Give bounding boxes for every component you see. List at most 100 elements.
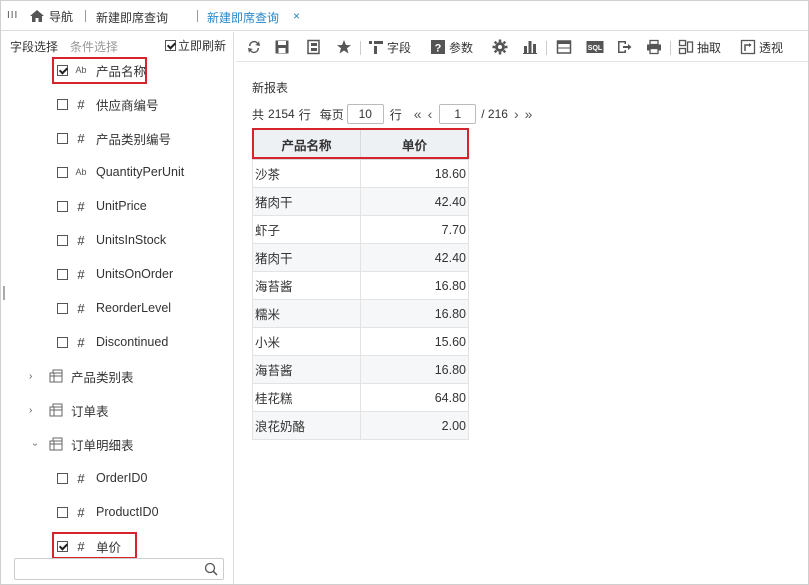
auto-refresh-label: 立即刷新 [178, 39, 227, 53]
field-icon [369, 41, 383, 54]
cell-product-name: 海苔酱 [252, 271, 361, 300]
auto-refresh-toggle[interactable]: 立即刷新 [165, 37, 226, 54]
tab-field-select[interactable]: 字段选择 [10, 38, 58, 55]
toolbar-separator [670, 41, 671, 55]
number-type-icon: # [77, 300, 85, 316]
field-item-units-in-stock[interactable]: # UnitsInStock [57, 229, 166, 251]
field-label: QuantityPerUnit [96, 165, 185, 179]
tab-bar: III 导航 新建即席查询 新建即席查询 × [1, 1, 808, 31]
pivot-button[interactable]: 透视 [740, 38, 783, 56]
export-button[interactable] [616, 38, 632, 56]
extract-button[interactable]: 抽取 [678, 38, 721, 56]
field-checkbox[interactable] [57, 506, 68, 518]
field-checkbox[interactable] [57, 302, 68, 314]
table-node-category[interactable]: › 产品类别表 [29, 365, 134, 387]
print-button[interactable] [646, 38, 662, 56]
last-page-icon[interactable]: » [525, 106, 533, 122]
chevron-right-icon[interactable]: › [29, 405, 41, 416]
number-type-icon: # [77, 470, 85, 486]
field-item-order-id[interactable]: # OrderID0 [57, 467, 147, 489]
field-checkbox[interactable] [57, 234, 68, 246]
number-type-icon: # [77, 198, 85, 214]
field-item-unit-price[interactable]: # UnitPrice [57, 195, 147, 217]
tab-condition-select[interactable]: 条件选择 [70, 38, 118, 55]
extract-icon [678, 39, 694, 55]
field-label: UnitPrice [96, 199, 147, 213]
chevron-right-icon[interactable]: › [29, 371, 41, 382]
table-node-orders[interactable]: › 订单表 [29, 399, 109, 421]
table-label: 订单表 [71, 404, 109, 419]
menu-grip-icon[interactable]: III [7, 10, 18, 21]
field-checkbox[interactable] [57, 268, 68, 280]
table-row: 桂花糕 64.80 [252, 383, 469, 412]
splitter-handle[interactable] [3, 286, 5, 300]
table-row: 虾子 7.70 [252, 215, 469, 244]
chart-button[interactable] [522, 38, 538, 56]
cell-unit-price: 64.80 [360, 383, 469, 412]
total-prefix: 共 [252, 107, 265, 122]
field-checkbox[interactable] [57, 336, 68, 348]
search-icon[interactable] [204, 562, 218, 576]
cell-product-name: 糯米 [252, 299, 361, 328]
per-page-label: 每页 [319, 107, 344, 122]
field-checkbox[interactable] [57, 472, 68, 484]
number-type-icon: # [77, 96, 85, 112]
field-item-discontinued[interactable]: # Discontinued [57, 331, 168, 353]
field-item-units-on-order[interactable]: # UnitsOnOrder [57, 263, 173, 285]
param-button[interactable]: ? 参数 [430, 38, 473, 56]
field-search-input[interactable] [14, 558, 224, 580]
field-checkbox[interactable] [57, 98, 68, 110]
page-input[interactable]: 1 [439, 104, 477, 124]
settings-button[interactable] [492, 38, 508, 56]
field-label: ProductID0 [96, 505, 159, 519]
field-item-reorder-level[interactable]: # ReorderLevel [57, 297, 171, 319]
table-row: 海苔酱 16.80 [252, 355, 469, 384]
favorite-button[interactable] [336, 38, 352, 56]
save-button[interactable] [274, 38, 290, 56]
export-icon [618, 41, 632, 53]
sql-button[interactable]: SQL [586, 38, 604, 56]
tab-query-2[interactable]: 新建即席查询 [207, 9, 279, 26]
table-node-order-details[interactable]: › 订单明细表 [29, 433, 134, 455]
field-item-quantity-per-unit[interactable]: Ab QuantityPerUnit [57, 161, 184, 183]
field-item-product-id[interactable]: # ProductID0 [57, 501, 159, 523]
tab-query-1[interactable]: 新建即席查询 [96, 9, 168, 26]
cell-product-name: 猪肉干 [252, 187, 361, 216]
field-checkbox[interactable] [57, 166, 68, 178]
field-checkbox[interactable] [57, 200, 68, 212]
highlight-box [252, 128, 469, 159]
field-item-category-id[interactable]: # 产品类别编号 [57, 127, 171, 149]
auto-refresh-checkbox[interactable] [165, 40, 176, 51]
cell-product-name: 桂花糕 [252, 383, 361, 412]
cell-product-name: 虾子 [252, 215, 361, 244]
save-as-button[interactable] [306, 38, 322, 56]
bar-chart-icon [523, 41, 537, 54]
chevron-down-icon[interactable]: › [30, 438, 41, 450]
field-button-label: 字段 [387, 40, 412, 55]
table-icon [49, 403, 63, 417]
field-item-supplier-id[interactable]: # 供应商编号 [57, 93, 159, 115]
field-label: UnitsInStock [96, 233, 167, 247]
table-row: 浪花奶酪 2.00 [252, 411, 469, 440]
table-row: 小米 15.60 [252, 327, 469, 356]
cell-unit-price: 15.60 [360, 327, 469, 356]
first-page-icon[interactable]: « [414, 106, 422, 122]
per-page-input[interactable]: 10 [346, 104, 384, 124]
close-icon[interactable]: × [293, 9, 300, 23]
field-checkbox[interactable] [57, 132, 68, 144]
field-button[interactable]: 字段 [368, 38, 411, 56]
tab-navigation[interactable]: 导航 [29, 7, 73, 25]
refresh-button[interactable] [246, 38, 262, 56]
cell-unit-price: 42.40 [360, 187, 469, 216]
number-type-icon: # [77, 504, 85, 520]
prev-page-icon[interactable]: ‹ [428, 106, 433, 122]
cell-product-name: 海苔酱 [252, 355, 361, 384]
table-label: 订单明细表 [71, 438, 134, 453]
gear-icon [492, 39, 508, 55]
save-icon [275, 40, 289, 54]
cell-product-name: 沙茶 [252, 159, 361, 188]
table-button[interactable] [556, 38, 572, 56]
toolbar-separator [360, 41, 361, 55]
field-label: UnitsOnOrder [96, 267, 174, 281]
next-page-icon[interactable]: › [514, 106, 519, 122]
